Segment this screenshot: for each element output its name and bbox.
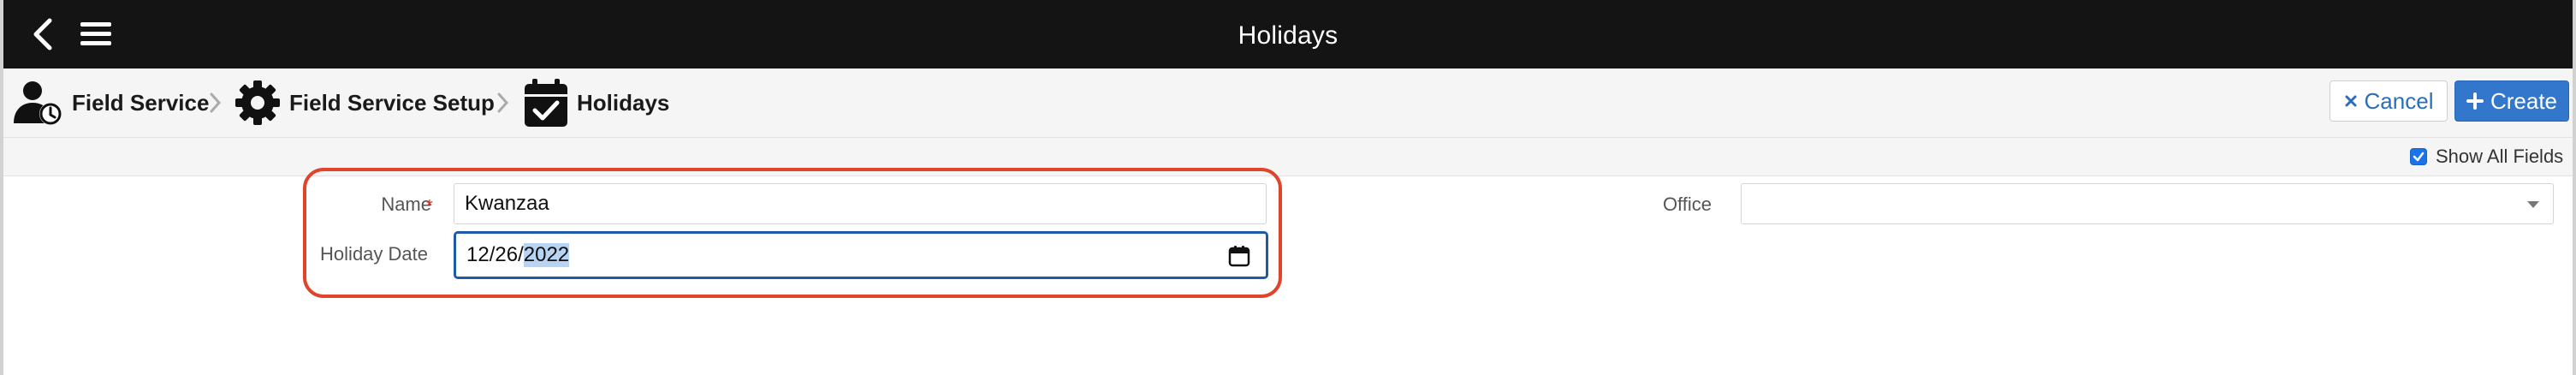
date-separator: /	[489, 243, 496, 266]
breadcrumb-item-field-service-setup[interactable]: Field Service Setup	[233, 68, 495, 137]
plus-icon	[2466, 92, 2484, 110]
breadcrumb-item-holidays[interactable]: Holidays	[522, 68, 669, 137]
holiday-date-input[interactable]: 12/26/2022	[454, 231, 1268, 279]
close-icon	[2344, 94, 2358, 108]
show-all-fields-label: Show All Fields	[2436, 146, 2564, 167]
breadcrumb-label: Field Service Setup	[289, 89, 495, 116]
name-input[interactable]: Kwanzaa	[454, 183, 1267, 224]
page-title: Holidays	[1238, 21, 1338, 50]
chevron-right-icon	[497, 92, 509, 113]
show-all-fields-checkbox[interactable]	[2410, 148, 2427, 165]
chevron-right-icon	[210, 92, 222, 113]
office-select[interactable]	[1741, 183, 2554, 224]
breadcrumb-label: Field Service	[72, 89, 210, 116]
breadcrumb: Field Service Field Service Setup Holida…	[3, 68, 2573, 138]
top-bar: Holidays	[3, 0, 2573, 68]
create-label: Create	[2490, 87, 2558, 114]
create-button[interactable]: Create	[2454, 80, 2569, 122]
chevron-down-icon	[2527, 201, 2539, 208]
date-month[interactable]: 12	[466, 243, 490, 267]
breadcrumb-label: Holidays	[577, 89, 670, 116]
cancel-button[interactable]: Cancel	[2330, 80, 2448, 122]
name-label: Name	[381, 193, 431, 215]
show-all-fields-toggle[interactable]: Show All Fields	[2410, 143, 2563, 170]
app-frame: Holidays Field Service Field Service Set…	[3, 0, 2573, 375]
date-separator: /	[518, 243, 524, 266]
checkmark-icon	[2413, 152, 2425, 162]
holiday-date-label: Holiday Date	[320, 243, 428, 265]
cancel-label: Cancel	[2364, 87, 2434, 114]
form-toolbar: Show All Fields	[3, 138, 2573, 176]
gear-icon	[233, 78, 282, 128]
name-input-value: Kwanzaa	[465, 192, 549, 215]
breadcrumb-item-field-service[interactable]: Field Service	[12, 68, 209, 137]
user-clock-icon	[12, 79, 65, 127]
date-year[interactable]: 2022	[523, 243, 570, 267]
required-marker: *	[426, 197, 433, 216]
calendar-check-icon	[522, 77, 570, 128]
date-day[interactable]: 26	[495, 243, 518, 267]
office-label: Office	[1662, 193, 1712, 215]
calendar-icon[interactable]	[1228, 245, 1250, 267]
